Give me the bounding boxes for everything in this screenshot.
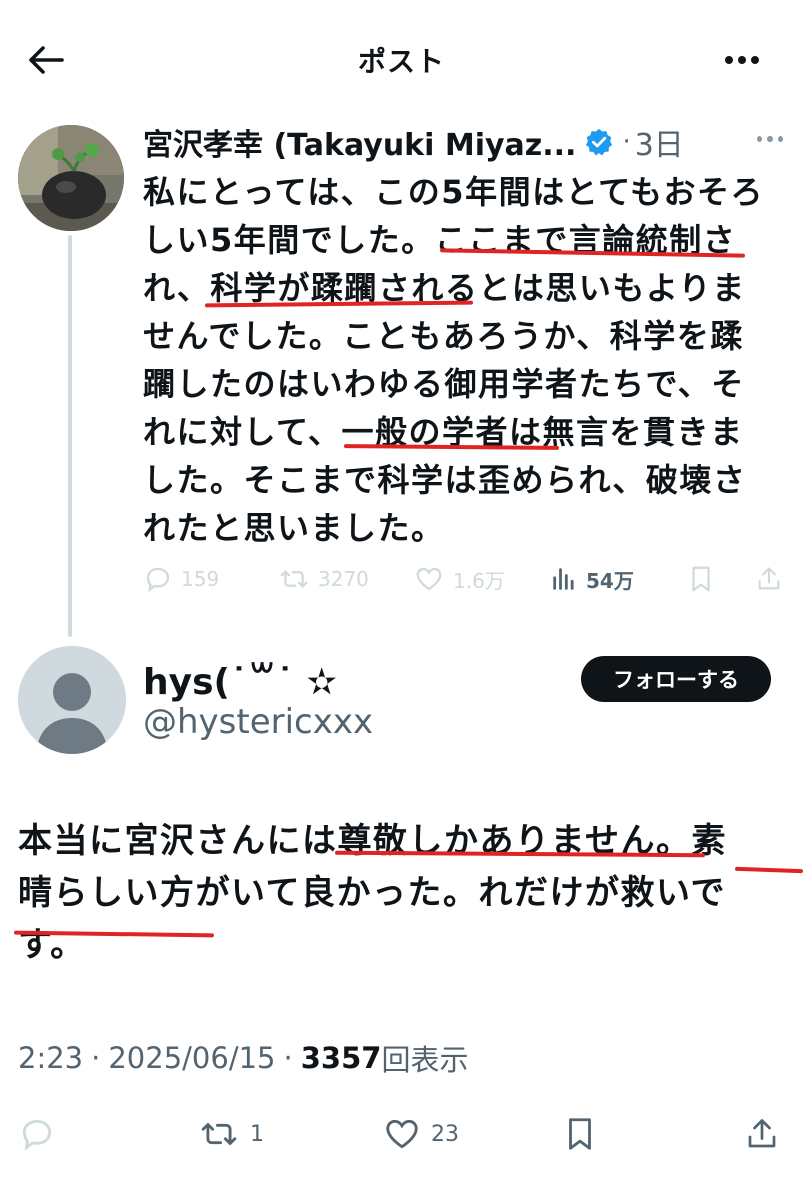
like-stat[interactable]: 1.6万: [413, 556, 505, 602]
quoted-more-icon[interactable]: [757, 136, 783, 144]
repost-count: 3270: [318, 567, 369, 591]
text-line: 私にとっては、この5年間はとてもおそろ: [143, 173, 765, 211]
like-icon: [416, 567, 442, 591]
reply-action-bar: 1 23: [0, 1108, 803, 1160]
quoted-post-header: 宮沢孝幸 (Takayuki Miyaz... · 3日: [143, 118, 793, 166]
views-icon: [553, 568, 574, 590]
quoted-post-time[interactable]: 3日: [635, 120, 684, 164]
quoted-post-stats: 159 3270 1.6万 54万: [143, 556, 793, 602]
verified-badge-icon: [586, 128, 613, 156]
like-count: 23: [431, 1121, 459, 1147]
views-count: 54万: [586, 568, 634, 593]
like-button[interactable]: 23: [383, 1108, 459, 1160]
views-stat[interactable]: 54万: [550, 556, 634, 602]
share-button[interactable]: [744, 1108, 780, 1160]
reply-author-handle[interactable]: @hystericxxx: [143, 702, 373, 742]
reply-count: 159: [181, 567, 220, 591]
repost-count: 1: [250, 1121, 264, 1147]
reply-icon: [22, 1119, 52, 1151]
share-icon: [758, 567, 780, 590]
dot-separator: ·: [622, 127, 631, 157]
page-title: ポスト: [357, 45, 445, 78]
reply-icon: [146, 567, 170, 593]
post-date[interactable]: 2025/06/15: [108, 1041, 275, 1075]
share-stat[interactable]: [755, 556, 783, 602]
repost-icon: [201, 1123, 237, 1145]
text-line: 晴らしい方がいて良かった。れだけが救いで: [18, 873, 726, 913]
reply-button[interactable]: [18, 1108, 56, 1160]
text-line: 躙したのはいわゆる御用学者たちで、そ: [143, 365, 745, 403]
bookmark-button[interactable]: [564, 1108, 596, 1160]
author-avatar[interactable]: [18, 125, 124, 231]
text-line: せんでした。こともあろうか、科学を蹂: [143, 317, 744, 355]
dot-separator: ·: [91, 1041, 101, 1075]
bookmark-icon: [569, 1118, 591, 1150]
reply-meta: 2:23 · 2025/06/15 · 3357 回表示: [18, 1036, 468, 1080]
repost-button[interactable]: 1: [198, 1108, 264, 1160]
quoted-author-name[interactable]: 宮沢孝幸 (Takayuki Miyaz...: [143, 120, 576, 164]
reply-author-name[interactable]: hys(˙꒳˙ ✫: [143, 655, 337, 703]
view-label: 回表示: [381, 1043, 469, 1077]
bookmark-icon: [692, 566, 710, 592]
text-line: す。: [18, 925, 86, 965]
more-icon[interactable]: [716, 40, 768, 80]
follow-button[interactable]: フォローする: [581, 656, 771, 702]
share-icon: [748, 1119, 776, 1148]
dot-separator: ·: [283, 1041, 293, 1075]
bookmark-stat[interactable]: [688, 556, 714, 602]
reply-text: 本当に宮沢さんには尊敬しかありません。素 晴らしい方がいて良かった。れだけが救い…: [18, 815, 798, 971]
repost-icon: [280, 570, 308, 588]
default-avatar-icon: [18, 646, 126, 754]
repost-stat[interactable]: 3270: [278, 556, 369, 602]
like-count: 1.6万: [453, 568, 505, 593]
text-line: 本当に宮沢さんには尊敬しかありません。素: [18, 821, 727, 861]
reply-stat[interactable]: 159: [143, 556, 219, 602]
quoted-post-text: 私にとっては、この5年間はとてもおそろ しい5年間でした。ここまで言論統制さ れ…: [143, 168, 785, 552]
view-count: 3357: [300, 1041, 382, 1075]
text-line: れたと思いました。: [143, 509, 445, 547]
thread-connector: [68, 235, 72, 637]
top-bar: ポスト: [0, 0, 803, 118]
reply-avatar[interactable]: [18, 646, 126, 754]
like-icon: [386, 1119, 418, 1149]
post-time[interactable]: 2:23: [18, 1041, 83, 1075]
text-line: した。そこまで科学は歪められ、破壊さ: [143, 461, 747, 499]
text-line: しい5年間でした。ここまで言論統制さ: [143, 221, 737, 259]
